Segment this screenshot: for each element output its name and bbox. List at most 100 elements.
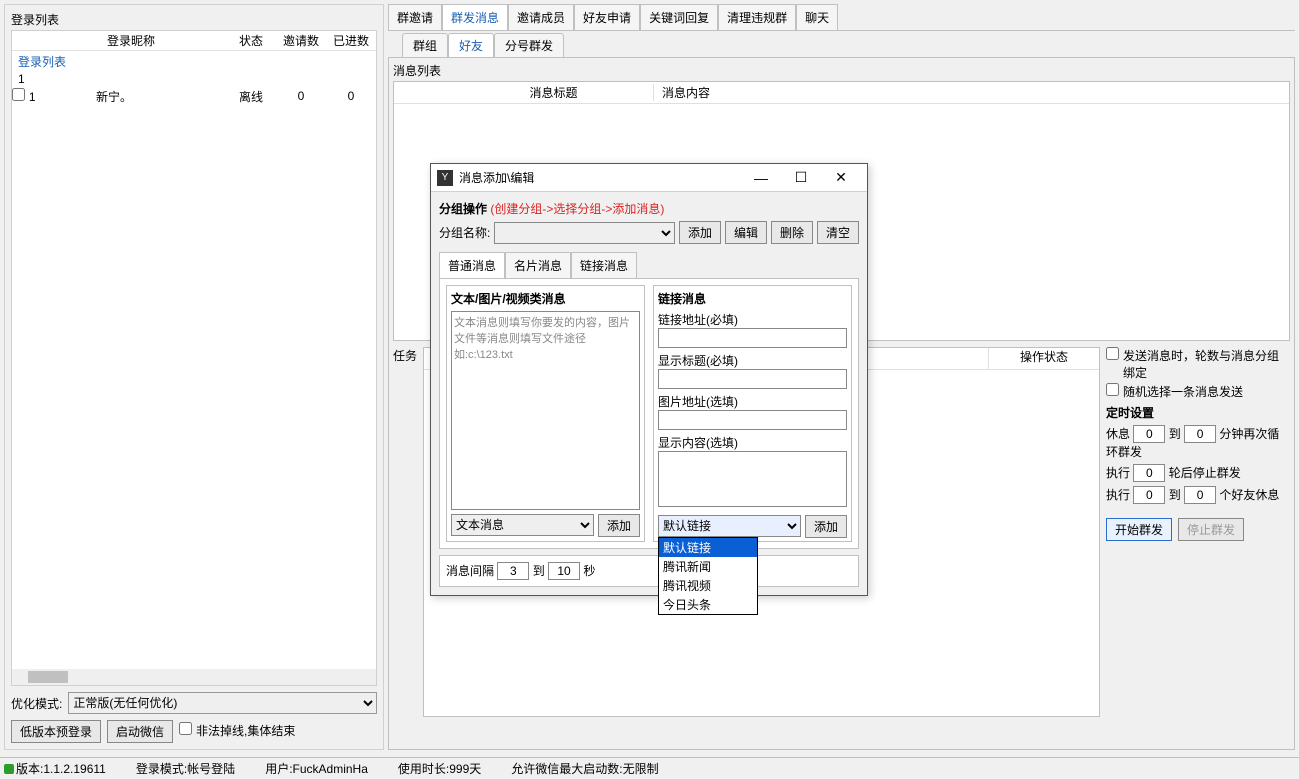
col-msg-content[interactable]: 消息内容 — [654, 84, 1289, 101]
status-login-mode: 登录模式:帐号登陆 — [136, 760, 235, 777]
msgtab-normal[interactable]: 普通消息 — [439, 252, 505, 278]
row-status: 离线 — [226, 88, 276, 105]
group-clear-button[interactable]: 清空 — [817, 221, 859, 244]
link-title-label: 显示标题(必填) — [658, 352, 847, 369]
chk-bind-rounds[interactable]: 发送消息时，轮数与消息分组绑定 — [1106, 347, 1290, 381]
subtab-friend[interactable]: 好友 — [448, 33, 494, 57]
col-nickname[interactable]: 登录昵称 — [36, 32, 226, 49]
stop-mass-send-button[interactable]: 停止群发 — [1178, 518, 1244, 541]
tab-keyword-reply[interactable]: 关键词回复 — [640, 4, 718, 30]
task-label: 任务 — [393, 347, 423, 717]
row-entered: 0 — [326, 89, 376, 103]
tab-group-invite[interactable]: 群邀请 — [388, 4, 442, 30]
group-ops-hint: (创建分组->选择分组->添加消息) — [490, 202, 664, 216]
link-option-default[interactable]: 默认链接 — [659, 538, 757, 557]
row-invites: 0 — [276, 89, 326, 103]
top-tabs: 群邀请 群发消息 邀请成员 好友申请 关键词回复 清理违规群 聊天 — [388, 4, 1295, 31]
app-icon: Y — [437, 170, 453, 186]
exec-rounds-input[interactable] — [1133, 464, 1165, 482]
status-use-time: 使用时长:999天 — [398, 760, 481, 777]
right-options: 发送消息时，轮数与消息分组绑定 随机选择一条消息发送 定时设置 休息 到 分钟再… — [1100, 347, 1290, 717]
link-msg-section: 链接消息 链接地址(必填) 显示标题(必填) 图片地址(选填) 显示内容(选填)… — [653, 285, 852, 542]
msgtab-link[interactable]: 链接消息 — [571, 252, 637, 278]
illegal-drop-checkbox[interactable]: 非法掉线,集体结束 — [179, 722, 295, 739]
close-button[interactable]: ✕ — [821, 169, 861, 186]
login-grid: 登录昵称 状态 邀请数 已进数 登录列表 1 1 新宁。 离线 0 0 — [11, 30, 377, 686]
col-invites[interactable]: 邀请数 — [276, 32, 326, 49]
link-option-tencent-news[interactable]: 腾讯新闻 — [659, 557, 757, 576]
login-group-label[interactable]: 登录列表 — [12, 51, 376, 72]
rest-to-input[interactable] — [1184, 425, 1216, 443]
link-url-label: 链接地址(必填) — [658, 311, 847, 328]
sub-tabs: 群组 好友 分号群发 — [388, 33, 1295, 57]
group-edit-button[interactable]: 编辑 — [725, 221, 767, 244]
link-content-label: 显示内容(选填) — [658, 434, 847, 451]
text-section-title: 文本/图片/视频类消息 — [451, 290, 640, 307]
group-name-select[interactable] — [494, 222, 675, 244]
interval-label: 消息间隔 — [446, 564, 494, 578]
row-nick: 新宁。 — [36, 88, 226, 105]
subtab-group[interactable]: 群组 — [402, 33, 448, 57]
row-checkbox[interactable] — [12, 88, 25, 101]
link-type-select[interactable]: 默认链接 — [658, 515, 801, 537]
start-wechat-button[interactable]: 启动微信 — [107, 720, 173, 743]
msgtab-card[interactable]: 名片消息 — [505, 252, 571, 278]
subtab-multi-send[interactable]: 分号群发 — [494, 33, 564, 57]
col-msg-title[interactable]: 消息标题 — [454, 84, 654, 101]
tab-mass-send[interactable]: 群发消息 — [442, 4, 508, 30]
login-row[interactable]: 1 新宁。 离线 0 0 — [12, 86, 376, 106]
link-option-toutiao[interactable]: 今日头条 — [659, 595, 757, 614]
maximize-button[interactable]: ☐ — [781, 169, 821, 186]
group-add-button[interactable]: 添加 — [679, 221, 721, 244]
group-del-button[interactable]: 删除 — [771, 221, 813, 244]
col-op-status[interactable]: 操作状态 — [989, 348, 1099, 369]
dialog-title-text: 消息添加\编辑 — [459, 169, 534, 186]
optim-select[interactable]: 正常版(无任何优化) — [68, 692, 377, 714]
exec-to-input[interactable] — [1184, 486, 1216, 504]
tab-invite-member[interactable]: 邀请成员 — [508, 4, 574, 30]
status-dot-icon — [4, 764, 14, 774]
interval-unit: 秒 — [583, 564, 595, 578]
group-name-label: 分组名称: — [439, 224, 490, 241]
login-panel-title: 登录列表 — [11, 11, 377, 28]
text-type-select[interactable]: 文本消息 — [451, 514, 594, 536]
interval-to-input[interactable] — [548, 562, 580, 580]
status-max-start: 允许微信最大启动数:无限制 — [511, 760, 658, 777]
login-group-count: 1 — [12, 72, 376, 86]
minimize-button[interactable]: — — [741, 170, 781, 186]
dialog-titlebar[interactable]: Y 消息添加\编辑 — ☐ ✕ — [431, 164, 867, 192]
hscrollbar[interactable] — [12, 669, 376, 685]
text-msg-section: 文本/图片/视频类消息 文本消息 添加 — [446, 285, 645, 542]
interval-from-input[interactable] — [497, 562, 529, 580]
col-entered[interactable]: 已进数 — [326, 32, 376, 49]
rest-from-input[interactable] — [1133, 425, 1165, 443]
msg-edit-dialog: Y 消息添加\编辑 — ☐ ✕ 分组操作 (创建分组->选择分组->添加消息) … — [430, 163, 868, 596]
start-mass-send-button[interactable]: 开始群发 — [1106, 518, 1172, 541]
link-img-label: 图片地址(选填) — [658, 393, 847, 410]
link-title-input[interactable] — [658, 369, 847, 389]
low-version-login-button[interactable]: 低版本预登录 — [11, 720, 101, 743]
exec-from-input[interactable] — [1133, 486, 1165, 504]
tab-clean-group[interactable]: 清理违规群 — [718, 4, 796, 30]
tab-chat[interactable]: 聊天 — [796, 4, 838, 30]
text-msg-input[interactable] — [451, 311, 640, 510]
login-panel: 登录列表 登录昵称 状态 邀请数 已进数 登录列表 1 1 新宁。 离线 0 0… — [4, 4, 384, 750]
link-url-input[interactable] — [658, 328, 847, 348]
link-content-input[interactable] — [658, 451, 847, 507]
link-img-input[interactable] — [658, 410, 847, 430]
link-option-tencent-video[interactable]: 腾讯视频 — [659, 576, 757, 595]
text-add-button[interactable]: 添加 — [598, 514, 640, 537]
link-add-button[interactable]: 添加 — [805, 515, 847, 538]
status-bar: 版本:1.1.2.19611 登录模式:帐号登陆 用户:FuckAdminHa … — [0, 757, 1299, 779]
optim-label: 优化模式: — [11, 695, 62, 712]
timer-title: 定时设置 — [1106, 404, 1290, 421]
col-status[interactable]: 状态 — [226, 32, 276, 49]
status-version: 版本:1.1.2.19611 — [16, 760, 106, 777]
chk-random-msg[interactable]: 随机选择一条消息发送 — [1106, 383, 1290, 400]
group-ops-label: 分组操作 — [439, 202, 487, 216]
link-type-dropdown: 默认链接 腾讯新闻 腾讯视频 今日头条 — [658, 537, 758, 615]
status-user: 用户:FuckAdminHa — [265, 760, 368, 777]
tab-friend-request[interactable]: 好友申请 — [574, 4, 640, 30]
msg-list-title: 消息列表 — [393, 62, 1290, 79]
link-section-title: 链接消息 — [658, 290, 847, 307]
